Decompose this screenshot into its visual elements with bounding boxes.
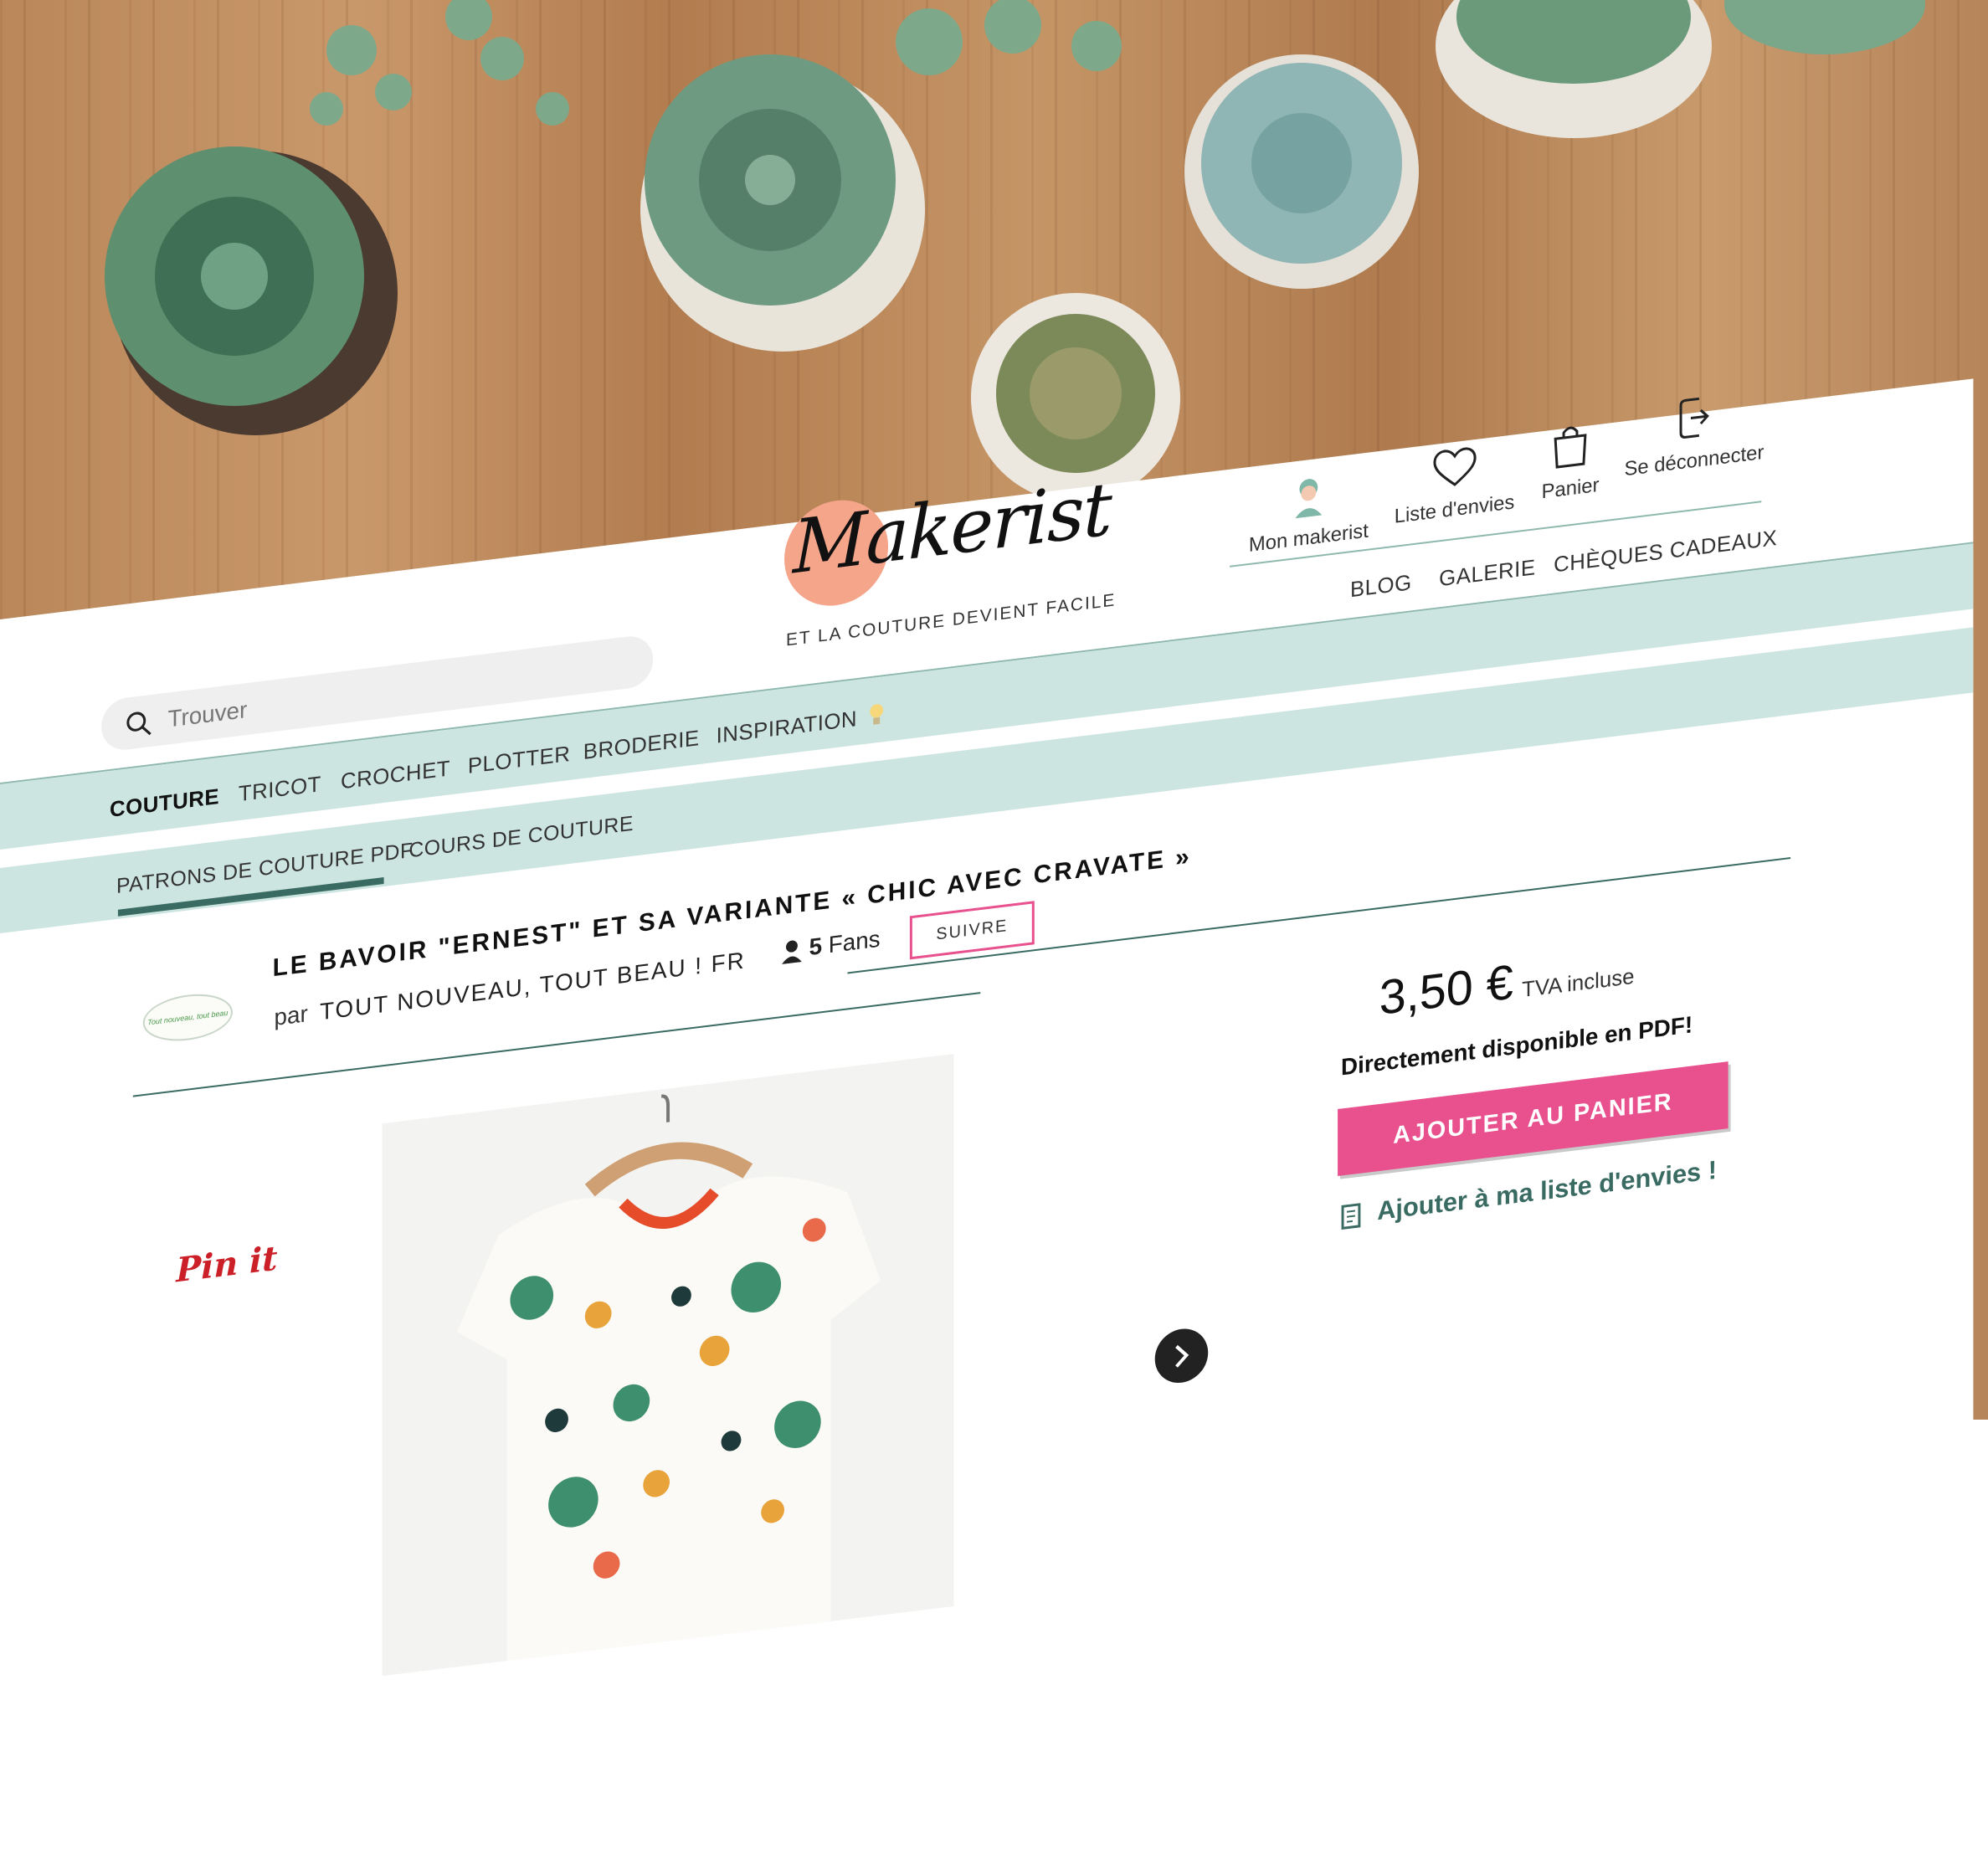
gallery-next-button[interactable] — [1154, 1325, 1209, 1386]
add-to-cart-button[interactable]: AJOUTER AU PANIER — [1338, 1061, 1729, 1177]
search-icon — [125, 708, 153, 740]
product-image[interactable] — [382, 1053, 954, 1677]
tilted-page: Makerist ET LA COUTURE DEVIENT FACILE Mo… — [0, 378, 1974, 1875]
header-wishlist[interactable]: Liste d'envies — [1386, 438, 1523, 530]
nav-blog[interactable]: BLOG — [1350, 569, 1412, 603]
header-my-makerist-label: Mon makerist — [1248, 519, 1369, 557]
avatar-icon — [1291, 475, 1328, 521]
price: 3,50 € — [1379, 954, 1513, 1025]
designer-logo[interactable]: Tout nouveau, tout beau — [142, 989, 233, 1046]
header-wishlist-label: Liste d'envies — [1394, 491, 1515, 528]
notebook-icon — [1341, 1202, 1361, 1230]
add-to-cart-label: AJOUTER AU PANIER — [1393, 1087, 1673, 1149]
logout-icon — [1677, 394, 1711, 442]
succulent-plant-right — [1184, 54, 1419, 289]
fans-number: 5 — [809, 932, 823, 961]
add-to-wishlist-label: Ajouter à ma liste d'envies ! — [1377, 1154, 1717, 1226]
price-block: 3,50 € TVA incluse — [1379, 939, 1635, 1026]
bag-icon — [1552, 421, 1589, 469]
header-cart-label: Panier — [1541, 473, 1600, 504]
pot-top-right — [1436, 0, 1925, 138]
succulent-plant-large — [105, 146, 398, 435]
page-surface: Makerist ET LA COUTURE DEVIENT FACILE Mo… — [0, 378, 1974, 1875]
fans-count: 5 Fans — [781, 926, 881, 964]
follow-button-label: SUIVRE — [936, 916, 1009, 944]
price-note: TVA incluse — [1522, 963, 1635, 1003]
designer-logo-text: Tout nouveau, tout beau — [147, 1008, 229, 1027]
pinit-button[interactable]: Pin it — [176, 1239, 277, 1291]
fans-label: Fans — [828, 925, 881, 958]
user-icon — [781, 938, 803, 964]
header-cart[interactable]: Panier — [1528, 419, 1611, 506]
header-logout-label: Se déconnecter — [1624, 440, 1765, 481]
header-my-makerist[interactable]: Mon makerist — [1242, 469, 1375, 558]
heart-icon — [1431, 444, 1478, 491]
byline-prefix: par — [274, 1000, 308, 1031]
lightbulb-icon — [869, 702, 886, 727]
chevron-right-icon — [1172, 1341, 1192, 1370]
succulent-plant-center — [640, 54, 925, 352]
nav-galerie[interactable]: GALERIE — [1439, 554, 1535, 592]
